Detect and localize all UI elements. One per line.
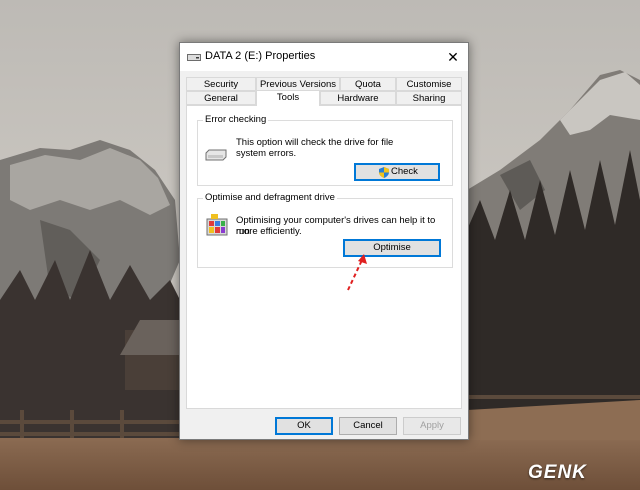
cancel-button[interactable]: Cancel	[339, 417, 397, 435]
tab-general[interactable]: General	[186, 91, 256, 105]
tab-hardware[interactable]: Hardware	[320, 91, 396, 105]
tab-quota[interactable]: Quota	[340, 77, 396, 91]
annotation-arrow-icon	[347, 254, 367, 291]
drive-icon	[205, 149, 227, 161]
tab-security[interactable]: Security	[186, 77, 256, 91]
check-button-label: Check	[391, 166, 418, 177]
properties-dialog: DATA 2 (E:) Properties ✕ Security Previo…	[179, 42, 469, 440]
error-checking-group: Error checking This option will check th…	[197, 114, 453, 186]
close-button[interactable]: ✕	[438, 43, 468, 71]
uac-shield-icon	[379, 167, 389, 178]
window-title: DATA 2 (E:) Properties	[205, 50, 316, 62]
check-button[interactable]: Check	[354, 163, 440, 181]
drive-icon	[187, 54, 201, 61]
error-checking-description-line2: system errors.	[236, 148, 297, 159]
tab-tools[interactable]: Tools	[256, 90, 320, 106]
tools-tab-panel: Error checking This option will check th…	[186, 105, 462, 409]
defrag-icon	[206, 214, 228, 236]
tab-customise[interactable]: Customise	[396, 77, 462, 91]
optimise-group: Optimise and defragment drive Optimising…	[197, 192, 453, 268]
optimise-title: Optimise and defragment drive	[203, 192, 337, 203]
watermark-logo: GENK	[528, 462, 587, 483]
error-checking-title: Error checking	[203, 114, 269, 125]
dialog-button-bar: OK Cancel Apply	[180, 409, 468, 439]
error-checking-description-line1: This option will check the drive for fil…	[236, 137, 394, 148]
ok-button[interactable]: OK	[275, 417, 333, 435]
tab-sharing[interactable]: Sharing	[396, 91, 462, 105]
optimise-description-line2: more efficiently.	[236, 226, 302, 237]
title-bar[interactable]: DATA 2 (E:) Properties ✕	[180, 43, 468, 71]
tab-previous-versions[interactable]: Previous Versions	[256, 77, 340, 91]
apply-button[interactable]: Apply	[403, 417, 461, 435]
